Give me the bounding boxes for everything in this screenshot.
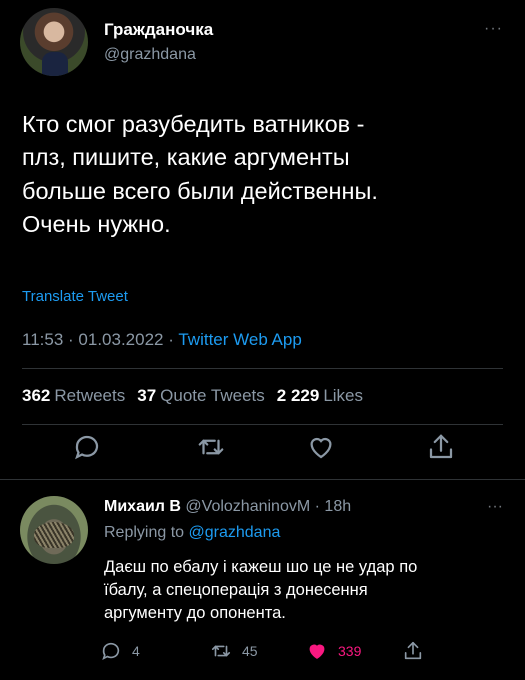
reply-more-options-icon[interactable]: ··· [487,498,503,516]
reply-reply-button[interactable]: 4 [100,640,140,662]
reply-replies-count: 4 [132,643,140,659]
author-handle[interactable]: @grazhdana [104,46,196,64]
share-icon [404,641,422,660]
reply-separator: · [314,498,320,515]
divider [0,479,525,480]
speech-bubble-icon [102,642,120,660]
reply-share-button[interactable] [402,640,424,662]
divider [22,368,503,369]
reply-tweet[interactable]: Михаил В @VolozhaninovM · 18h ··· Replyi… [0,484,525,680]
tweet-time[interactable]: 11:53 [22,330,63,349]
reply-author-name[interactable]: Михаил В [104,498,181,515]
retweets-count: 362 [22,386,51,405]
retweets-label: Retweets [54,386,126,405]
share-icon[interactable] [426,432,456,462]
author-avatar[interactable] [20,8,88,76]
more-options-icon[interactable]: ··· [484,20,503,38]
main-tweet: Гражданочка @grazhdana ··· Кто смог разу… [0,0,525,480]
replying-to-label: Replying to [104,524,185,541]
likes-count: 2 229 [276,386,320,405]
divider [22,424,503,425]
likes-label: Likes [323,386,363,405]
reply-like-button[interactable]: 339 [306,640,361,662]
quote-tweets-stat[interactable]: 37 Quote Tweets [137,386,265,406]
tweet-actions [0,432,525,472]
reply-actions: 4 45 339 [100,640,520,668]
reply-header: Михаил В @VolozhaninovM · 18h [104,498,351,516]
author-display-name[interactable]: Гражданочка [104,20,213,40]
retweets-stat[interactable]: 362 Retweets [22,386,125,406]
tweet-text: Кто смог разубедить ватников - плз, пиши… [22,111,378,238]
retweet-icon [211,645,231,657]
translate-tweet-link[interactable]: Translate Tweet [22,288,128,305]
reply-text: Даєш по ебалу і кажеш шо це не удар по ї… [104,558,418,622]
reply-age[interactable]: 18h [324,498,351,515]
reply-likes-count: 339 [338,643,362,659]
tweet-date[interactable]: 01.03.2022 [78,330,163,349]
replying-to-mention[interactable]: @grazhdana [189,524,281,541]
heart-icon [309,644,325,659]
quote-tweets-label: Quote Tweets [160,386,265,405]
reply-retweet-button[interactable]: 45 [210,640,258,662]
speech-bubble-icon[interactable] [72,432,102,462]
reply-author-avatar[interactable] [20,496,88,564]
tweet-source-app[interactable]: Twitter Web App [178,330,301,349]
heart-icon[interactable] [306,432,336,462]
reply-author-handle[interactable]: @VolozhaninovM [185,498,310,515]
replying-to: Replying to @grazhdana [104,524,280,542]
tweet-meta: 11:53 · 01.03.2022 · Twitter Web App [22,330,302,350]
meta-separator: · [68,330,74,349]
likes-stat[interactable]: 2 229 Likes [277,386,363,406]
meta-separator: · [168,330,174,349]
quote-tweets-count: 37 [137,386,157,405]
retweet-icon[interactable] [196,432,226,462]
reply-retweets-count: 45 [242,643,258,659]
tweet-stats: 362 Retweets 37 Quote Tweets 2 229 Likes [22,386,363,406]
